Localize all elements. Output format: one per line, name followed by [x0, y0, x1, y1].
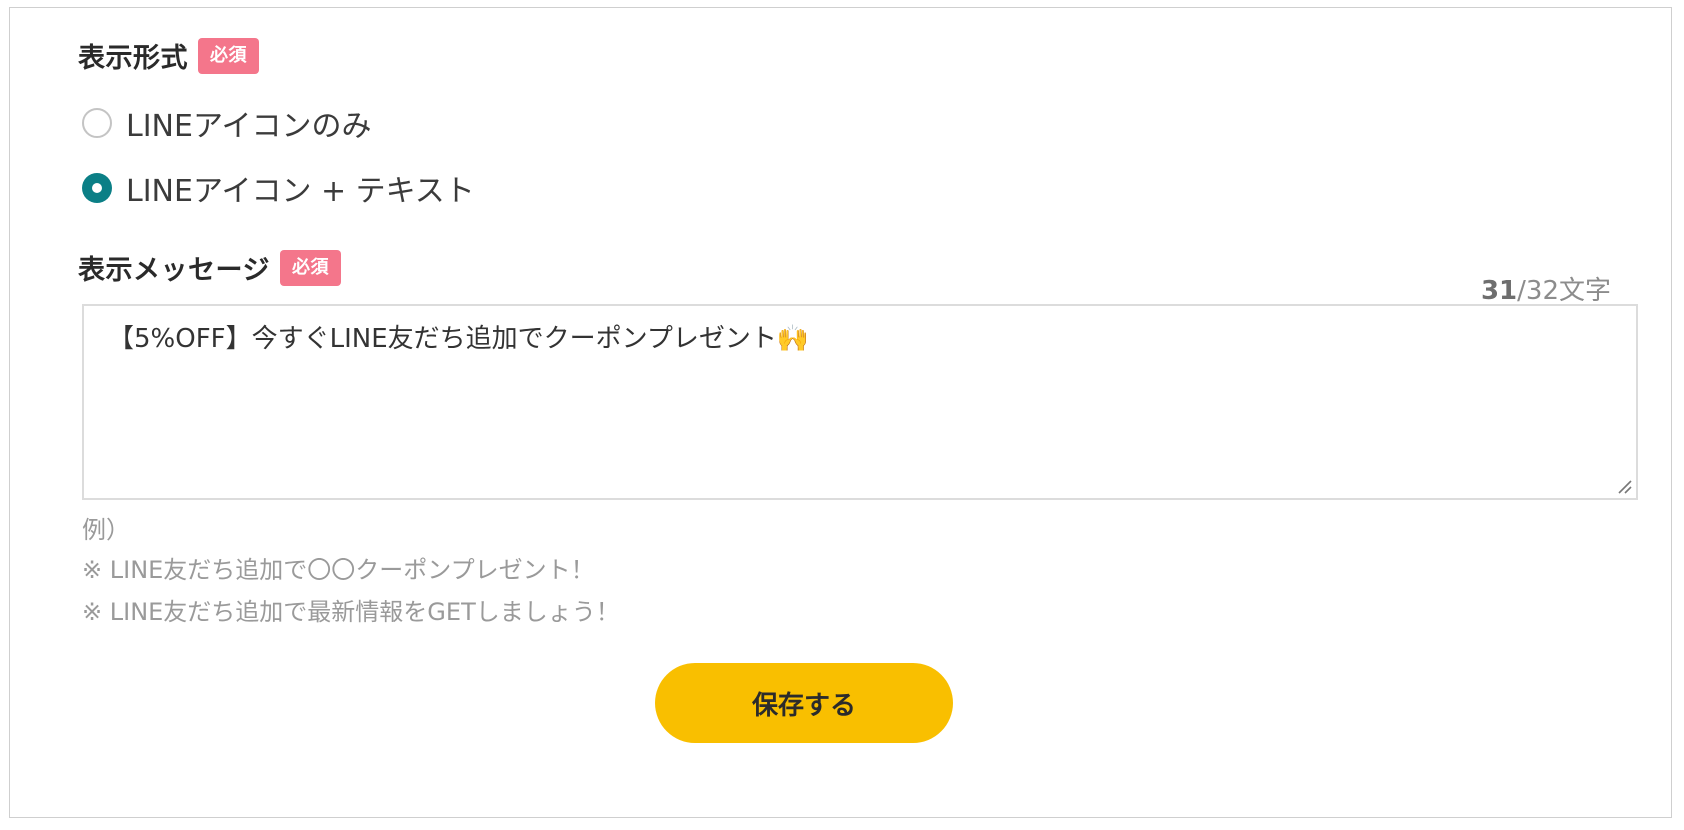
- resize-handle-icon[interactable]: [1616, 478, 1632, 494]
- required-badge: 必須: [279, 249, 341, 286]
- message-textarea[interactable]: 【5%OFF】今すぐLINE友だち追加でクーポンプレゼント🙌: [82, 304, 1638, 500]
- example-item: ※ LINE友だち追加で最新情報をGETしましょう！: [82, 598, 620, 626]
- radio-checked-icon[interactable]: [82, 173, 112, 203]
- save-button[interactable]: 保存する: [655, 663, 953, 743]
- counter-current: 31: [1480, 276, 1518, 306]
- example-item: ※ LINE友だち追加で〇〇クーポンプレゼント！: [82, 556, 595, 584]
- settings-panel: 表示形式 必須 LINEアイコンのみ LINEアイコン + テキスト 表示メッセ…: [9, 7, 1672, 818]
- display-format-label: 表示形式 必須: [78, 36, 259, 75]
- character-counter: 31/32文字: [1481, 270, 1611, 307]
- message-textarea-value: 【5%OFF】今すぐLINE友だち追加でクーポンプレゼント🙌: [108, 324, 810, 354]
- radio-option-line-icon-only[interactable]: LINEアイコンのみ: [82, 101, 371, 145]
- required-badge: 必須: [198, 37, 259, 74]
- display-message-title: 表示メッセージ: [78, 255, 270, 286]
- radio-option-label: LINEアイコンのみ: [126, 109, 372, 144]
- radio-option-line-icon-text[interactable]: LINEアイコン + テキスト: [82, 166, 475, 210]
- radio-unchecked-icon[interactable]: [82, 108, 112, 138]
- display-message-label: 表示メッセージ 必須: [78, 248, 341, 287]
- display-format-title: 表示形式: [78, 43, 188, 74]
- counter-total: /32文字: [1517, 276, 1611, 306]
- examples-heading: 例）: [82, 516, 130, 544]
- radio-option-label: LINEアイコン + テキスト: [126, 174, 475, 209]
